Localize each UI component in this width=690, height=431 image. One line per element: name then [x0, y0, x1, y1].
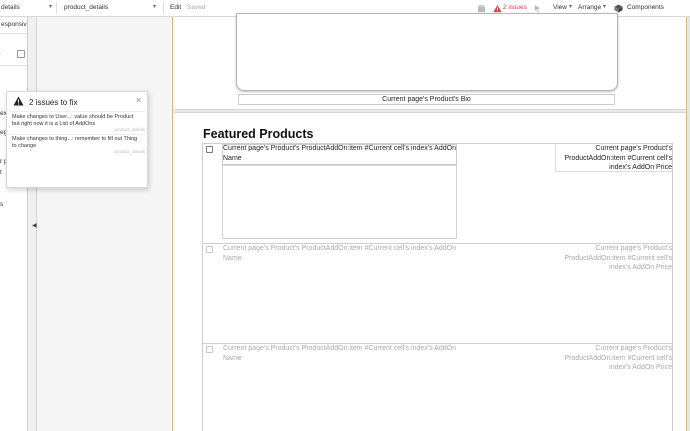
list-item[interactable]: Current page's Product's ProductAddOn:it… [203, 143, 672, 243]
bio-group[interactable] [236, 13, 618, 91]
box-icon[interactable] [477, 4, 486, 13]
issue-source: product_details [114, 127, 145, 132]
addon-price-text: Current page's Product's ProductAddOn:it… [564, 345, 672, 371]
view-menu[interactable]: View [553, 4, 567, 11]
responsive-tab[interactable]: esponsive [1, 21, 27, 28]
list-item[interactable]: Current page's Product's ProductAddOn:it… [203, 243, 672, 343]
divider [0, 65, 27, 66]
section-heading[interactable]: Featured Products [203, 127, 313, 141]
addon-name-text: Current page's Product's ProductAddOn:it… [223, 245, 456, 262]
tree-item[interactable]: t [0, 169, 2, 176]
panel-checkbox[interactable] [17, 50, 25, 58]
issue-item[interactable]: Make changes to thing...: remember to fi… [7, 136, 147, 156]
divider [9, 111, 145, 112]
issue-message: Make changes to User...: value should be… [12, 114, 134, 127]
issue-source: product_details [114, 149, 145, 154]
divider [56, 2, 57, 14]
issues-popup-title: 2 issues to fix [29, 98, 78, 107]
element-tree-panel: esponsive ⁻ ex eg r p t s [0, 17, 28, 431]
list-item[interactable]: Current page's Product's ProductAddOn:it… [203, 343, 672, 431]
page-canvas: Current page's Product's Bio Featured Pr… [174, 13, 687, 431]
tree-item[interactable]: s [0, 201, 3, 208]
addon-price-text: Current page's Product's ProductAddOn:it… [564, 245, 672, 271]
page-name-left[interactable]: details [1, 4, 20, 11]
divider [163, 2, 164, 14]
chevron-down-icon[interactable]: ▾ [603, 3, 606, 10]
close-icon[interactable]: ✕ [135, 96, 142, 105]
divider [0, 33, 27, 34]
bio-text[interactable]: Current page's Product's Bio [238, 94, 615, 105]
issues-popup: 2 issues to fix ✕ Make changes to User..… [6, 91, 148, 188]
addon-name-text: Current page's Product's ProductAddOn:it… [223, 345, 456, 362]
edit-mode-button[interactable]: Edit [170, 4, 181, 11]
warning-icon[interactable] [493, 4, 502, 13]
addon-name-text: Current page's Product's ProductAddOn:it… [223, 145, 456, 162]
cell-group[interactable] [222, 165, 457, 239]
cube-icon[interactable] [614, 4, 623, 13]
chevron-down-icon[interactable]: ▾ [569, 3, 572, 10]
chevron-down-icon[interactable]: ▾ [153, 3, 156, 10]
components-button[interactable]: Components [627, 4, 664, 11]
issues-count-button[interactable]: 2 issues [503, 4, 527, 11]
page-select[interactable]: product_details [64, 4, 108, 11]
section-divider [174, 109, 687, 113]
item-checkbox[interactable] [206, 346, 213, 353]
featured-products-repeating-group[interactable]: Current page's Product's ProductAddOn:it… [202, 143, 673, 431]
divider [9, 134, 145, 135]
tree-item[interactable]: ⁻ [0, 51, 1, 59]
warning-icon [13, 96, 24, 106]
arrange-menu[interactable]: Arrange [578, 4, 601, 11]
chevron-down-icon[interactable]: ▾ [49, 3, 52, 10]
page-guide-left [172, 17, 173, 431]
collapse-panel-icon[interactable]: ◀ [32, 222, 37, 229]
item-checkbox[interactable] [206, 146, 213, 153]
issue-item[interactable]: Make changes to User...: value should be… [7, 114, 147, 134]
save-status: Saved [187, 4, 206, 11]
canvas-gutter [38, 17, 172, 431]
cursor-icon[interactable] [533, 4, 542, 13]
issue-message: Make changes to thing...: remember to fi… [12, 136, 138, 149]
item-checkbox[interactable] [206, 246, 213, 253]
addon-price-text: Current page's Product's ProductAddOn:it… [564, 145, 672, 171]
